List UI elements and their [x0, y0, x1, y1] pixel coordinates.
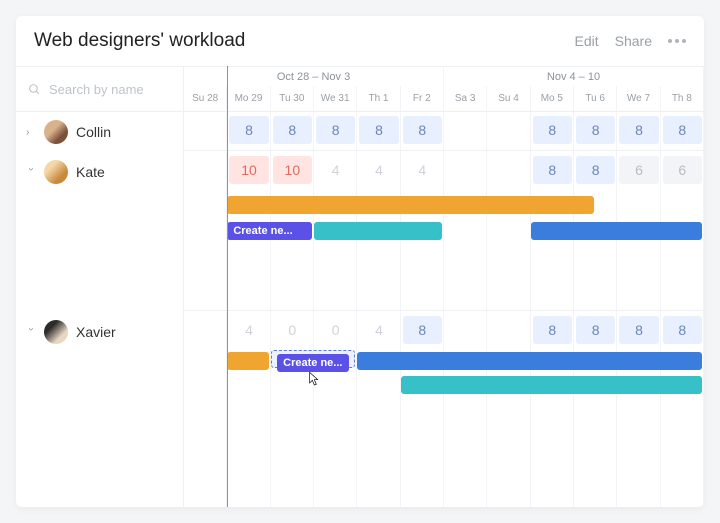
person-name: Collin	[76, 124, 111, 140]
workload-cell: 8	[619, 116, 658, 144]
chevron-right-icon[interactable]: ›	[26, 127, 36, 138]
workload-cell: 8	[229, 116, 268, 144]
workload-cell: 8	[533, 116, 572, 144]
task-bar[interactable]	[401, 376, 702, 394]
day-cell: Sa 3	[444, 86, 487, 111]
search-icon	[28, 83, 41, 96]
day-cell: Su 4	[487, 86, 530, 111]
workload-cell: 8	[663, 316, 702, 344]
avatar	[44, 160, 68, 184]
lanes[interactable]: 88888888810104448866Create ne...40048888…	[184, 112, 704, 507]
lane-divider	[184, 310, 704, 311]
day-cell: We 31	[314, 86, 357, 111]
workload-cell: 4	[359, 156, 398, 184]
person-kate[interactable]: › Kate	[16, 154, 183, 190]
cursor-icon	[305, 370, 321, 388]
workload-cell: 8	[359, 116, 398, 144]
workload-cell: 10	[229, 156, 268, 184]
timeline-header: Oct 28 – Nov 3 Nov 4 – 10 Su 28 Mo 29 Tu…	[184, 66, 704, 112]
body: Search by name › Collin › Kate › Xavier	[16, 66, 704, 507]
workload-cell: 0	[316, 316, 355, 344]
avatar	[44, 320, 68, 344]
avatar	[44, 120, 68, 144]
edit-button[interactable]: Edit	[575, 33, 599, 49]
person-collin[interactable]: › Collin	[16, 114, 183, 150]
day-cell: Tu 6	[574, 86, 617, 111]
person-name: Xavier	[76, 324, 116, 340]
day-row: Su 28 Mo 29 Tu 30 We 31 Th 1 Fr 2 Sa 3 S…	[184, 86, 704, 112]
task-bar[interactable]	[227, 196, 593, 214]
workload-cell: 6	[663, 156, 702, 184]
day-cell: Mo 5	[531, 86, 574, 111]
day-cell: Th 1	[357, 86, 400, 111]
workload-cell: 8	[576, 116, 615, 144]
workload-cell: 4	[359, 316, 398, 344]
workload-cell: 8	[576, 156, 615, 184]
lane-divider	[184, 150, 704, 151]
workload-cell: 8	[576, 316, 615, 344]
workload-cell: 8	[663, 116, 702, 144]
workload-cell: 8	[533, 316, 572, 344]
timeline: Oct 28 – Nov 3 Nov 4 – 10 Su 28 Mo 29 Tu…	[184, 66, 704, 507]
search-placeholder: Search by name	[49, 82, 144, 97]
header-actions: Edit Share	[575, 33, 686, 49]
today-line	[227, 66, 228, 507]
workload-card: Web designers' workload Edit Share Searc…	[16, 16, 704, 507]
workload-cell: 6	[619, 156, 658, 184]
workload-cell: 8	[619, 316, 658, 344]
workload-cell: 8	[403, 316, 442, 344]
day-cell: Th 8	[661, 86, 704, 111]
week-label: Nov 4 – 10	[444, 67, 704, 86]
workload-cell: 0	[273, 316, 312, 344]
workload-cell: 8	[316, 116, 355, 144]
day-cell: Fr 2	[401, 86, 444, 111]
search-row[interactable]: Search by name	[16, 66, 183, 112]
day-cell: Su 28	[184, 86, 227, 111]
more-icon[interactable]	[668, 39, 686, 43]
header: Web designers' workload Edit Share	[16, 16, 704, 66]
chevron-down-icon[interactable]: ›	[26, 327, 37, 337]
task-bar[interactable]	[314, 222, 442, 240]
task-bar[interactable]	[227, 352, 268, 370]
create-task-bar[interactable]: Create ne...	[227, 222, 312, 240]
week-label: Oct 28 – Nov 3	[184, 67, 444, 86]
day-cell: We 7	[617, 86, 660, 111]
workload-cell: 10	[273, 156, 312, 184]
workload-cell: 4	[316, 156, 355, 184]
person-name: Kate	[76, 164, 105, 180]
chevron-down-icon[interactable]: ›	[26, 167, 37, 177]
sidebar: Search by name › Collin › Kate › Xavier	[16, 66, 184, 507]
workload-cell: 8	[273, 116, 312, 144]
day-cell: Tu 30	[271, 86, 314, 111]
workload-cell: 4	[229, 316, 268, 344]
week-row: Oct 28 – Nov 3 Nov 4 – 10	[184, 66, 704, 86]
page-title: Web designers' workload	[34, 30, 245, 52]
workload-cell: 8	[533, 156, 572, 184]
day-cell: Mo 29	[227, 86, 270, 111]
workload-cell: 8	[403, 116, 442, 144]
person-xavier[interactable]: › Xavier	[16, 314, 183, 350]
task-bar[interactable]	[357, 352, 702, 370]
workload-cell: 4	[403, 156, 442, 184]
share-button[interactable]: Share	[615, 33, 652, 49]
task-bar[interactable]	[531, 222, 702, 240]
